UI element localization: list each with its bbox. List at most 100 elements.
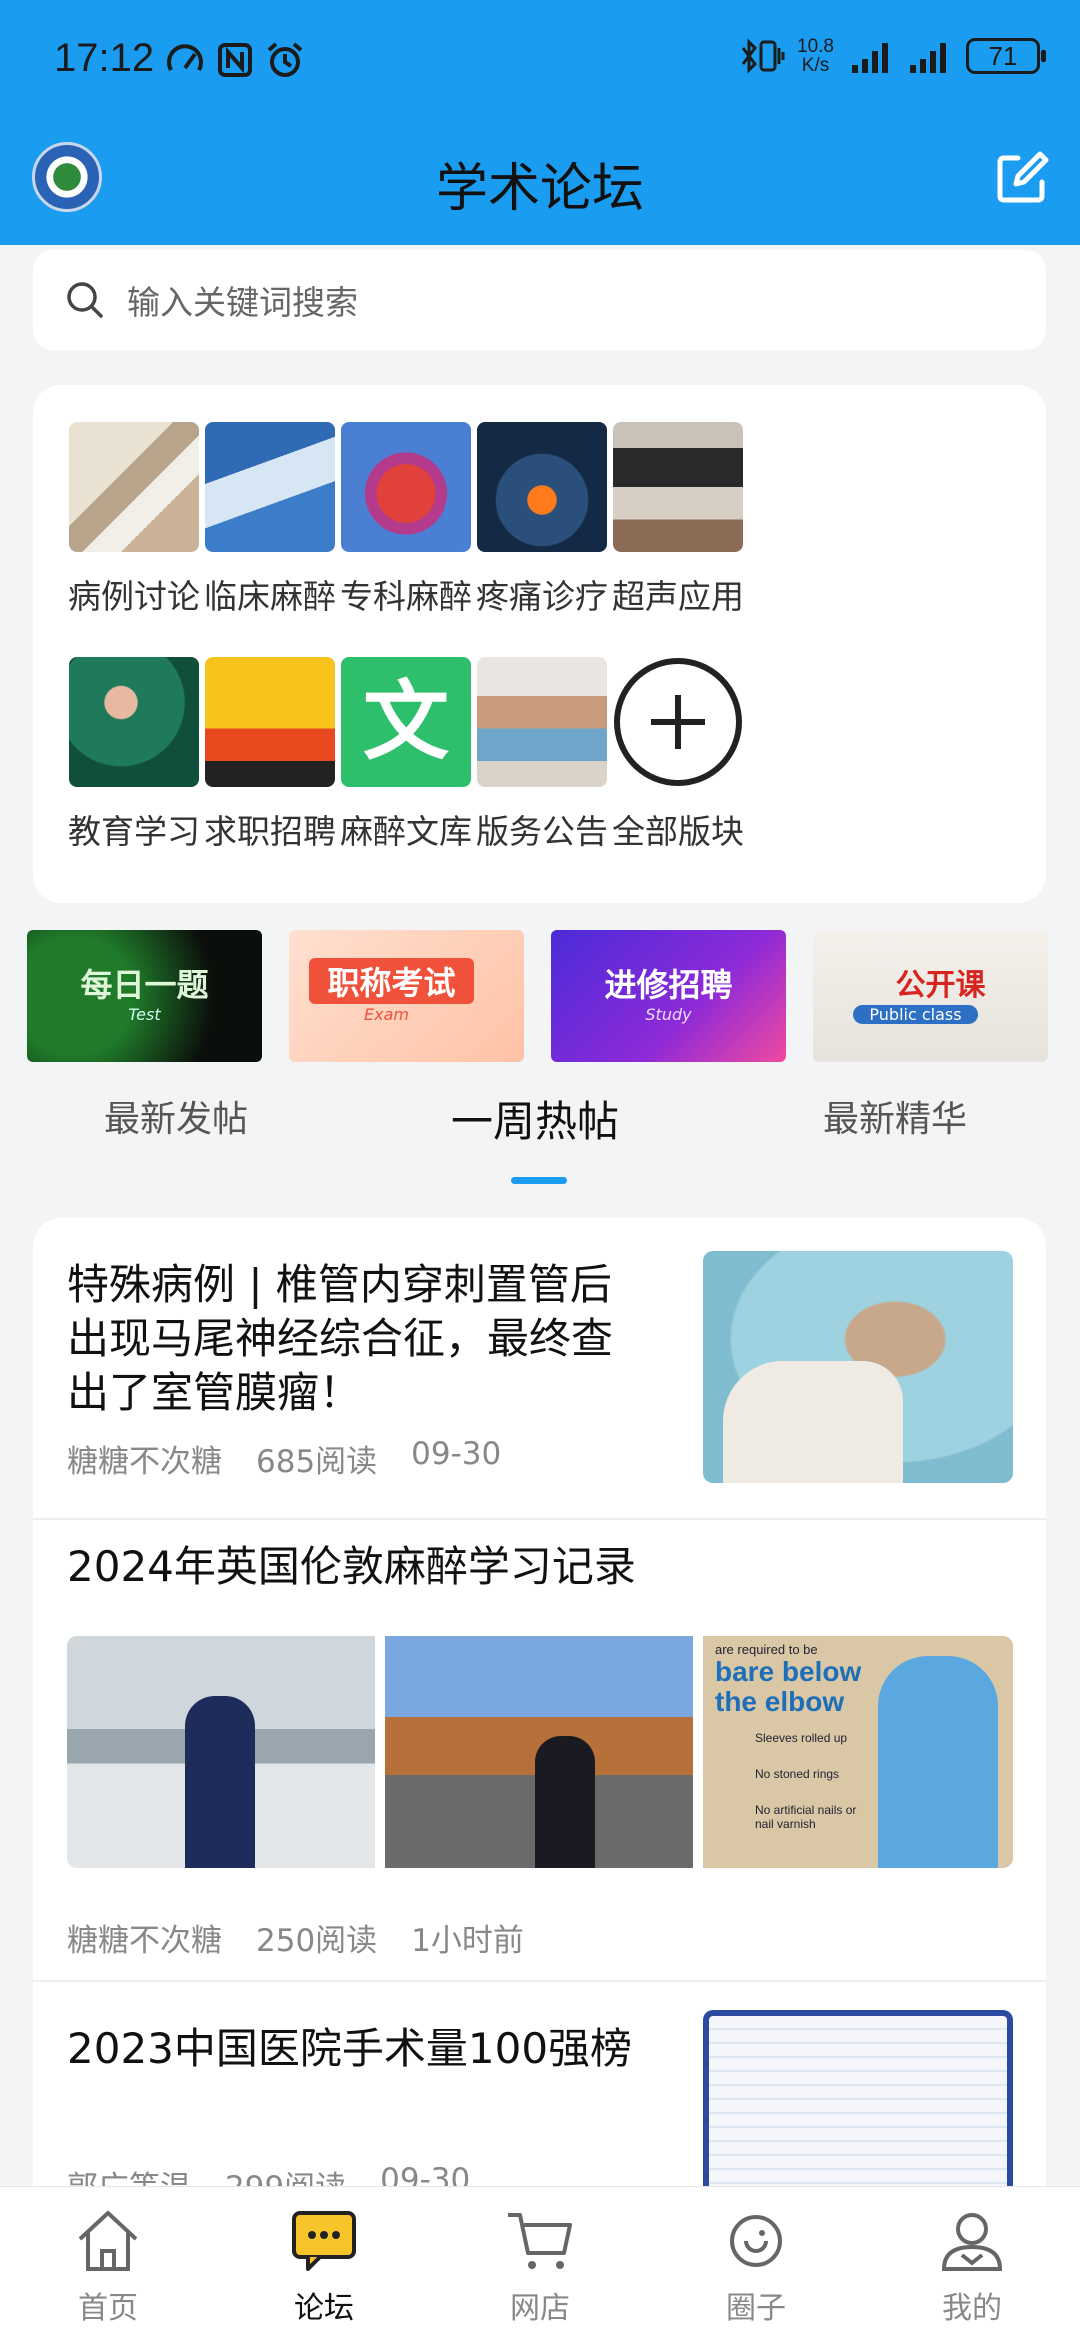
poster-line: are required to be: [715, 1642, 818, 1657]
poster-item: No artificial nails or nail varnish: [755, 1803, 857, 1831]
post-photo-street: [385, 1636, 693, 1868]
tab-latest-posts[interactable]: 最新发帖: [104, 1090, 248, 1142]
banner-public-class[interactable]: 公开课 Public class: [813, 930, 1048, 1062]
post-title-line: 出了室管膜瘤！: [67, 1368, 362, 1417]
nav-label: 我的: [942, 2291, 1002, 2326]
category-label: 求职招聘: [204, 812, 336, 851]
category-label: 教育学习: [68, 812, 200, 851]
category-label: 全部版块: [612, 812, 744, 851]
post-title-line: 特殊病例 | 椎管内穿刺置管后: [67, 1260, 612, 1309]
network-speed: 10.8 K/s: [797, 37, 834, 75]
banner-title: 公开课: [895, 968, 986, 1003]
speed-value: 10.8: [797, 36, 834, 57]
nav-profile[interactable]: 我的: [912, 2205, 1032, 2327]
post-title: 2024年英国伦敦麻醉学习记录: [67, 1540, 636, 1594]
post-item[interactable]: 2023中国医院手术量100强榜 郭广等温 299阅读 09-30: [33, 1982, 1046, 2218]
surgery-education-photo: [69, 657, 199, 787]
status-icons: [165, 40, 305, 80]
circle-icon: [730, 2215, 782, 2267]
poster-figure: [878, 1656, 998, 1868]
search-input[interactable]: 输入关键词搜索: [127, 276, 358, 324]
post-author: 糖糖不次糖: [67, 1923, 222, 1959]
poster-text: are required to be bare below the elbow …: [715, 1642, 875, 1831]
category-education[interactable]: 教育学习: [59, 657, 209, 853]
category-pain-treatment[interactable]: 疼痛诊疗: [467, 422, 617, 618]
job-recruitment-illustration: [205, 657, 335, 787]
category-label: 版务公告: [476, 812, 608, 851]
category-label: 超声应用: [612, 577, 744, 616]
ultrasound-photo: [613, 422, 743, 552]
edit-icon[interactable]: [994, 150, 1050, 206]
speed-unit: K/s: [801, 55, 830, 76]
person-figure: [535, 1736, 595, 1868]
category-grid: 病例讨论 临床麻醉 专科麻醉 疼痛诊疗 超声应用 教育学习 求职招聘 文 麻醉文…: [33, 385, 1046, 903]
category-label: 专科麻醉: [340, 577, 472, 616]
category-label: 临床麻醉: [204, 577, 336, 616]
banner-study-recruitment[interactable]: 进修招聘 Study: [551, 930, 786, 1062]
banner-title-exam[interactable]: 职称考试 Exam: [289, 930, 524, 1062]
category-recruitment[interactable]: 求职招聘: [195, 657, 345, 853]
profile-icon: [941, 2213, 1003, 2271]
tab-latest-featured[interactable]: 最新精华: [823, 1090, 967, 1142]
post-photo-poster: are required to be bare below the elbow …: [703, 1636, 1013, 1868]
battery-indicator: 71: [966, 38, 1046, 74]
forum-chat-icon: [292, 2211, 356, 2271]
post-item[interactable]: 特殊病例 | 椎管内穿刺置管后 出现马尾神经综合征，最终查 出了室管膜瘤！ 糖糖…: [33, 1218, 1046, 1518]
alarm-icon: [267, 42, 303, 77]
post-time: 1小时前: [411, 1923, 524, 1959]
clinical-anesthesia-photo: [205, 422, 335, 552]
category-label: 麻醉文库: [340, 812, 472, 851]
category-case-discussion[interactable]: 病例讨论: [59, 422, 209, 618]
plus-circle-icon: [613, 657, 743, 787]
page-title: 学术论坛: [435, 159, 644, 219]
category-clinical-anesthesia[interactable]: 临床麻醉: [195, 422, 345, 618]
home-icon: [78, 2211, 138, 2271]
tab-weekly-hot[interactable]: 一周热帖: [451, 1088, 619, 1149]
top-bar: 17:12 10.8 K/s 71 学术论坛: [0, 0, 1080, 245]
banner-subtitle: Study: [645, 1005, 692, 1024]
post-thumbnail: [703, 1251, 1013, 1483]
nav-label: 首页: [78, 2291, 138, 2326]
category-ultrasound[interactable]: 超声应用: [603, 422, 753, 618]
doctor-figure: [185, 1696, 255, 1868]
post-meta: 糖糖不次糖 685阅读 09-30: [67, 1436, 501, 1481]
post-title: 特殊病例 | 椎管内穿刺置管后 出现马尾神经综合征，最终查 出了室管膜瘤！: [67, 1258, 667, 1420]
shopping-cart-icon: [508, 2213, 572, 2269]
bottom-nav: 首页 论坛 网店 圈子 我的: [0, 2186, 1080, 2331]
tab-indicator: [511, 1177, 567, 1184]
nav-shop[interactable]: 网店: [480, 2205, 600, 2327]
announcement-photo: [477, 657, 607, 787]
nav-forum[interactable]: 论坛: [264, 2205, 384, 2327]
nav-label: 网店: [510, 2291, 570, 2326]
post-title-line: 出现马尾神经综合征，最终查: [67, 1314, 614, 1363]
poster-headline: bare below: [715, 1656, 862, 1687]
poster-item: Sleeves rolled up: [755, 1731, 848, 1745]
nav-circle[interactable]: 圈子: [696, 2205, 816, 2327]
poster-headline: the elbow: [715, 1686, 845, 1717]
category-announcement[interactable]: 版务公告: [467, 657, 617, 853]
banner-subtitle: Public class: [853, 1005, 978, 1024]
case-discussion-photo: [69, 422, 199, 552]
library-wen-icon: 文: [341, 657, 471, 787]
banner-daily-question[interactable]: 每日一题 Test: [27, 930, 262, 1062]
nav-home[interactable]: 首页: [48, 2205, 168, 2327]
search-bar[interactable]: 输入关键词搜索: [33, 250, 1046, 350]
banner-title: 职称考试: [309, 958, 474, 1004]
search-icon: [67, 282, 103, 318]
nav-label: 圈子: [726, 2291, 786, 2326]
nfc-icon: [218, 43, 252, 77]
status-bar: 17:12 10.8 K/s 71: [0, 30, 1080, 90]
banner-title: 进修招聘: [604, 966, 733, 1004]
post-photo-hospital-room: [67, 1636, 375, 1868]
category-library[interactable]: 文 麻醉文库: [331, 657, 481, 853]
category-specialty-anesthesia[interactable]: 专科麻醉: [331, 422, 481, 618]
post-reads: 685阅读: [256, 1444, 378, 1480]
category-all-sections[interactable]: 全部版块: [603, 657, 753, 853]
poster-item: No stoned rings: [755, 1767, 840, 1781]
post-meta: 糖糖不次糖 250阅读 1小时前: [67, 1915, 524, 1960]
signal-1-icon: [852, 43, 888, 73]
status-time: 17:12: [54, 36, 155, 80]
category-label: 病例讨论: [68, 577, 200, 616]
post-item[interactable]: 2024年英国伦敦麻醉学习记录 are required to be bare …: [33, 1520, 1046, 1980]
banner-title: 每日一题: [80, 966, 209, 1004]
